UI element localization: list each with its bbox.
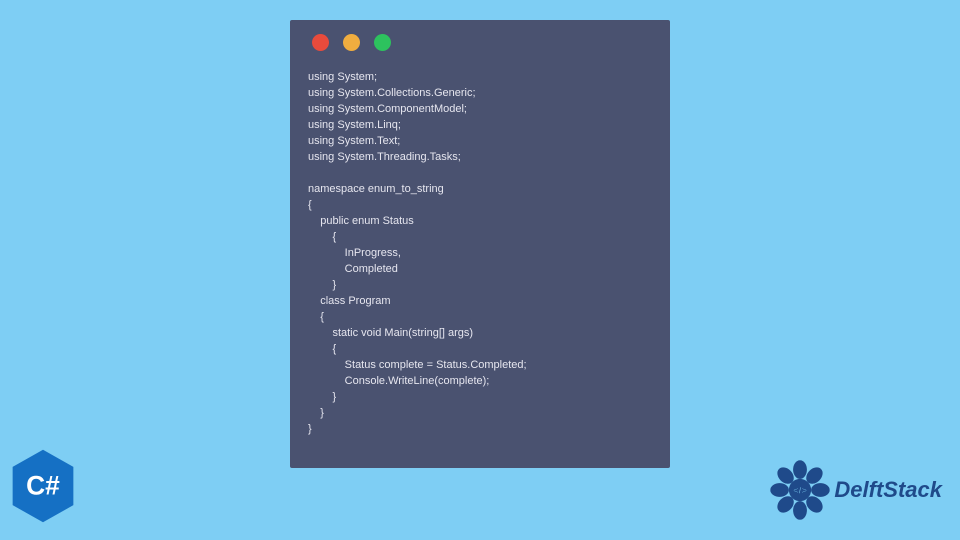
code-content: using System; using System.Collections.G…: [308, 69, 652, 437]
minimize-icon: [343, 34, 360, 51]
code-window: using System; using System.Collections.G…: [290, 20, 670, 468]
brand-name: DelftStack: [834, 477, 942, 503]
csharp-badge-icon: C#: [10, 448, 76, 524]
window-traffic-lights: [312, 34, 652, 51]
svg-text:C#: C#: [26, 471, 60, 501]
delftstack-flower-icon: </>: [770, 460, 830, 520]
maximize-icon: [374, 34, 391, 51]
svg-text:</>: </>: [793, 486, 807, 497]
close-icon: [312, 34, 329, 51]
brand-logo: </> DelftStack: [770, 460, 942, 520]
